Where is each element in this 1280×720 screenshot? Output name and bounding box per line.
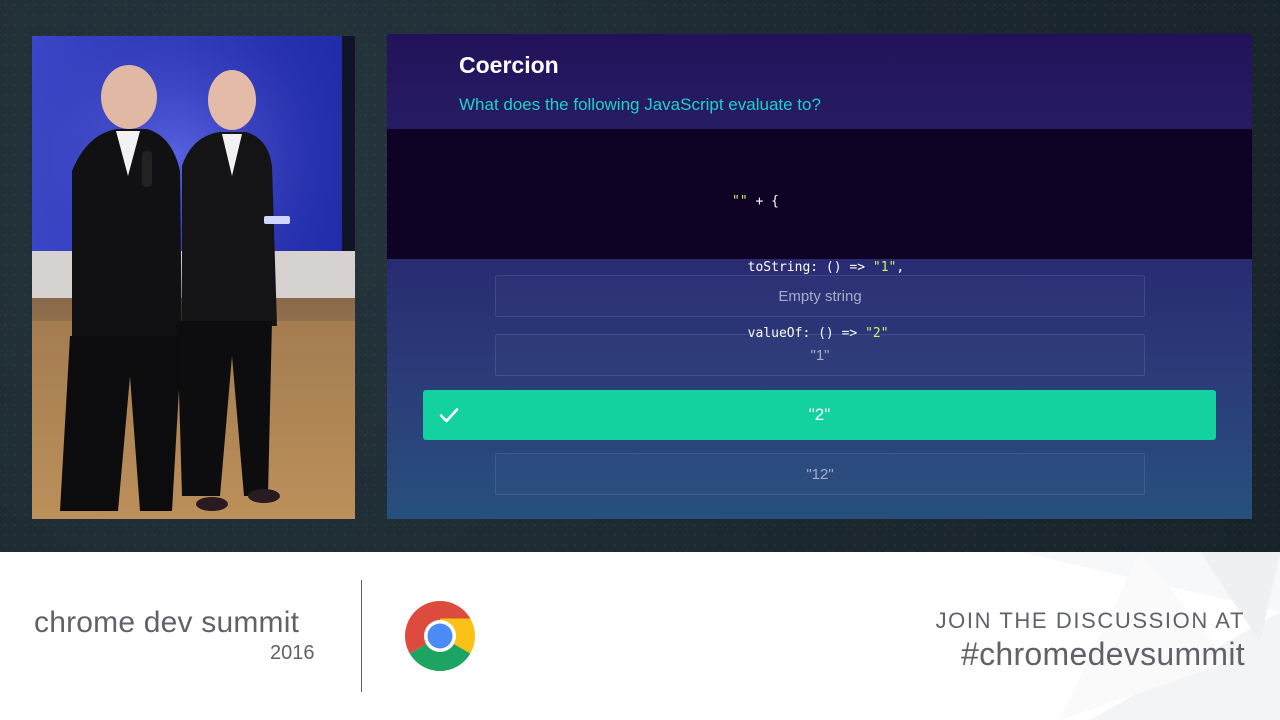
chrome-logo-icon bbox=[405, 601, 475, 671]
answer-label: "12" bbox=[806, 465, 834, 483]
quiz-question: What does the following JavaScript evalu… bbox=[459, 95, 821, 114]
branding-bar: chrome dev summit 2016 JOIN THE DISCUSSI… bbox=[0, 552, 1280, 720]
divider bbox=[361, 580, 362, 692]
answer-option-12[interactable]: "12" bbox=[495, 453, 1145, 495]
code-token: , bbox=[896, 260, 905, 275]
join-discussion-text: JOIN THE DISCUSSION AT bbox=[935, 608, 1245, 633]
code-token: toString: () => bbox=[732, 260, 873, 275]
answer-option-empty-string[interactable]: Empty string bbox=[495, 275, 1145, 317]
code-string: "" bbox=[732, 194, 748, 209]
answer-label: "1" bbox=[810, 346, 830, 364]
presenters-video bbox=[32, 36, 355, 519]
code-block: "" + { toString: () => "1", valueOf: () … bbox=[387, 129, 1252, 407]
camera-feed bbox=[32, 36, 355, 519]
quiz-slide: Coercion What does the following JavaScr… bbox=[387, 34, 1252, 519]
event-year: 2016 bbox=[270, 642, 315, 664]
checkmark-icon bbox=[439, 408, 459, 423]
answer-label: Empty string bbox=[778, 287, 862, 305]
answer-option-2-correct[interactable]: "2" bbox=[423, 390, 1216, 440]
slide-title: Coercion bbox=[459, 52, 559, 78]
code-line-1: "" + { bbox=[732, 191, 904, 213]
event-name: chrome dev summit bbox=[34, 606, 300, 639]
answer-label: "2" bbox=[808, 405, 831, 424]
hashtag: #chromedevsummit bbox=[960, 636, 1245, 672]
code-token: + { bbox=[747, 194, 779, 209]
answer-option-1[interactable]: "1" bbox=[495, 334, 1145, 376]
code-string: "1" bbox=[872, 260, 897, 275]
